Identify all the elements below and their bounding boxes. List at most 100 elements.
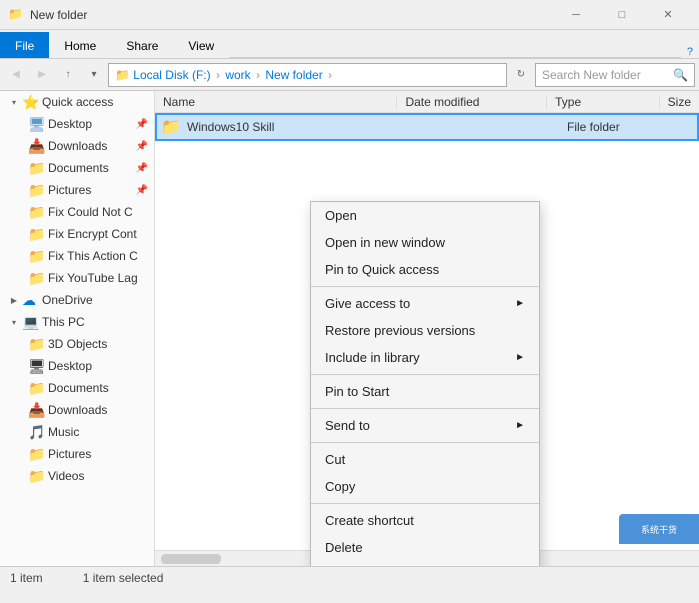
close-button[interactable]: ✕ (645, 0, 691, 30)
ctx-cut[interactable]: Cut (311, 446, 539, 473)
scrollbar-thumb[interactable] (161, 554, 221, 564)
expand-icon: ▾ (8, 96, 20, 108)
sidebar-item-videos[interactable]: 📁 Videos (0, 465, 154, 487)
ctx-delete[interactable]: Delete (311, 534, 539, 561)
ctx-label: Send to (325, 418, 370, 433)
submenu-arrow: ► (515, 352, 525, 363)
ctx-pin-start[interactable]: Pin to Start (311, 378, 539, 405)
ctx-restore-versions[interactable]: Restore previous versions (311, 317, 539, 344)
back-button[interactable]: ◀ (4, 63, 28, 87)
tab-file[interactable]: File (0, 32, 49, 58)
sidebar-thispc[interactable]: ▾ 💻 This PC (0, 311, 154, 333)
sidebar-label: Desktop (48, 117, 92, 131)
ctx-separator (311, 408, 539, 409)
sidebar-item-music[interactable]: 🎵 Music (0, 421, 154, 443)
ctx-rename[interactable]: Rename (311, 561, 539, 566)
sidebar-item-desktop-pc[interactable]: 🖥 Desktop (0, 355, 154, 377)
ctx-open[interactable]: Open (311, 202, 539, 229)
sidebar-item-fixencrypt[interactable]: 📁 Fix Encrypt Cont (0, 223, 154, 245)
breadcrumb-text: 📁 Local Disk (F:) › work › New folder › (115, 68, 334, 82)
sidebar-label: Videos (48, 469, 84, 483)
ctx-create-shortcut[interactable]: Create shortcut (311, 507, 539, 534)
ctx-give-access[interactable]: Give access to ► (311, 290, 539, 317)
sidebar-onedrive[interactable]: ▶ ☁ OneDrive (0, 289, 154, 311)
col-name[interactable]: Name (155, 95, 397, 109)
recent-locations-button[interactable]: ▾ (82, 63, 106, 87)
sidebar-label: Pictures (48, 183, 91, 197)
onedrive-icon: ☁ (22, 292, 38, 308)
refresh-button[interactable]: ↻ (509, 63, 533, 87)
sidebar-label: Fix YouTube Lag (48, 271, 138, 285)
tab-home[interactable]: Home (49, 32, 111, 58)
ctx-label: Include in library (325, 350, 420, 365)
sidebar-item-fixthisaction[interactable]: 📁 Fix This Action C (0, 245, 154, 267)
pin-icon: 📌 (136, 163, 148, 174)
status-bar: 1 item 1 item selected (0, 566, 699, 588)
status-selected: 1 item selected (83, 571, 164, 585)
quickaccess-label: Quick access (42, 95, 113, 109)
address-bar: ◀ ▶ ↑ ▾ 📁 Local Disk (F:) › work › New f… (0, 59, 699, 91)
context-menu: Open Open in new window Pin to Quick acc… (310, 201, 540, 566)
ctx-separator (311, 442, 539, 443)
music-icon: 🎵 (28, 424, 44, 440)
ctx-label: Give access to (325, 296, 410, 311)
tab-share[interactable]: Share (111, 32, 173, 58)
title-bar: 📁 New folder ─ □ ✕ (0, 0, 699, 30)
search-box[interactable]: Search New folder 🔍 (535, 63, 695, 87)
ctx-send-to[interactable]: Send to ► (311, 412, 539, 439)
ctx-label: Pin to Quick access (325, 262, 439, 277)
tab-view[interactable]: View (173, 32, 229, 58)
sidebar-item-desktop-qa[interactable]: 🖥 Desktop 📌 (0, 113, 154, 135)
sidebar-quickaccess[interactable]: ▾ ⭐ Quick access (0, 91, 154, 113)
ctx-label: Cut (325, 452, 345, 467)
desktop-icon: 🖥 (28, 358, 44, 374)
documents-icon: 📁 (28, 160, 44, 176)
col-date[interactable]: Date modified (397, 95, 547, 109)
search-icon[interactable]: 🔍 (673, 68, 688, 82)
forward-button[interactable]: ▶ (30, 63, 54, 87)
sidebar-item-downloads-qa[interactable]: 📥 Downloads 📌 (0, 135, 154, 157)
expand-icon: ▶ (8, 294, 20, 306)
ctx-label: Pin to Start (325, 384, 389, 399)
help-button[interactable]: ? (681, 46, 699, 58)
sidebar-item-pictures-pc[interactable]: 📁 Pictures (0, 443, 154, 465)
pictures-icon: 📁 (28, 182, 44, 198)
ctx-copy[interactable]: Copy (311, 473, 539, 500)
sidebar-item-documents-qa[interactable]: 📁 Documents 📌 (0, 157, 154, 179)
sidebar-item-downloads-pc[interactable]: 📥 Downloads (0, 399, 154, 421)
sidebar-label: Pictures (48, 447, 91, 461)
maximize-button[interactable]: □ (599, 0, 645, 30)
breadcrumb[interactable]: 📁 Local Disk (F:) › work › New folder › (108, 63, 507, 87)
minimize-button[interactable]: ─ (553, 0, 599, 30)
sidebar-label: Documents (48, 381, 109, 395)
downloads-icon: 📥 (28, 402, 44, 418)
sidebar-item-documents-pc[interactable]: 📁 Documents (0, 377, 154, 399)
sidebar-item-pictures-qa[interactable]: 📁 Pictures 📌 (0, 179, 154, 201)
folder-icon: 📁 (28, 336, 44, 352)
sidebar-label: Downloads (48, 139, 107, 153)
folder-icon: 📁 (28, 204, 44, 220)
table-row[interactable]: 📁 Windows10 Skill File folder (155, 113, 699, 141)
ctx-label: Open in new window (325, 235, 445, 250)
ctx-include-library[interactable]: Include in library ► (311, 344, 539, 371)
col-size[interactable]: Size (660, 95, 699, 109)
sidebar-label: Documents (48, 161, 109, 175)
up-button[interactable]: ↑ (56, 63, 80, 87)
col-type[interactable]: Type (547, 95, 660, 109)
pin-icon: 📌 (136, 119, 148, 130)
column-header: Name Date modified Type Size (155, 91, 699, 113)
sidebar-label: Fix This Action C (48, 249, 138, 263)
sidebar-item-3dobjects[interactable]: 📁 3D Objects (0, 333, 154, 355)
sidebar-item-fixcouldnot[interactable]: 📁 Fix Could Not C (0, 201, 154, 223)
ctx-label: Delete (325, 540, 363, 555)
ctx-pin-quick[interactable]: Pin to Quick access (311, 256, 539, 283)
ctx-open-new-window[interactable]: Open in new window (311, 229, 539, 256)
sidebar-item-fixyoutube[interactable]: 📁 Fix YouTube Lag (0, 267, 154, 289)
folder-icon: 📁 (28, 226, 44, 242)
ribbon: File Home Share View ? (0, 30, 699, 59)
folder-icon: 📁 (161, 117, 181, 137)
sidebar-label: Fix Could Not C (48, 205, 133, 219)
pin-icon: 📌 (136, 185, 148, 196)
content-area: Name Date modified Type Size 📁 Windows10… (155, 91, 699, 566)
folder-icon: 📁 (28, 468, 44, 484)
